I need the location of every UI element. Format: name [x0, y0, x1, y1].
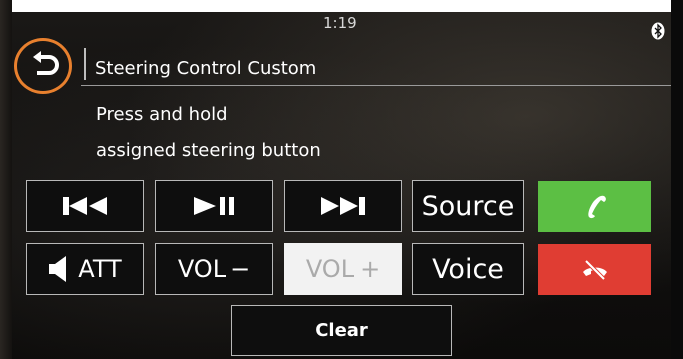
attenuate-button[interactable]: ATT	[26, 243, 144, 295]
next-track-icon	[321, 197, 365, 215]
header-underline	[81, 85, 671, 86]
next-track-button[interactable]	[284, 180, 402, 232]
instruction-line-1: Press and hold	[96, 104, 228, 125]
voice-label: Voice	[432, 253, 504, 285]
back-arrow-icon	[33, 51, 59, 75]
volume-up-button[interactable]: VOL +	[284, 243, 402, 295]
vol-down-label: VOL	[177, 255, 227, 283]
clear-button[interactable]: Clear	[231, 305, 452, 356]
minus-sign: −	[230, 255, 251, 283]
speaker-icon	[49, 256, 67, 282]
clock: 1:19	[323, 14, 357, 32]
page-title: Steering Control Custom	[95, 58, 317, 79]
volume-down-button[interactable]: VOL −	[155, 243, 273, 295]
plus-sign: +	[360, 255, 381, 283]
bezel-top	[0, 0, 683, 12]
source-label: Source	[421, 190, 515, 222]
hang-up-button[interactable]	[538, 244, 651, 295]
phone-hangup-icon	[582, 258, 607, 281]
answer-call-button[interactable]	[538, 181, 651, 232]
bezel-right	[671, 0, 683, 359]
bluetooth-icon	[651, 22, 665, 40]
previous-track-button[interactable]	[26, 180, 144, 232]
vol-up-label: VOL	[305, 255, 355, 283]
bezel-left	[0, 0, 12, 359]
play-pause-button[interactable]	[155, 180, 273, 232]
previous-track-icon	[63, 197, 107, 215]
att-label: ATT	[78, 255, 122, 283]
back-button[interactable]	[20, 46, 72, 84]
header-divider	[84, 48, 86, 80]
source-button[interactable]: Source	[412, 180, 524, 232]
play-pause-icon	[194, 197, 234, 215]
voice-button[interactable]: Voice	[412, 243, 524, 295]
clear-label: Clear	[315, 320, 368, 341]
phone-answer-icon	[587, 195, 606, 218]
instruction-line-2: assigned steering button	[96, 140, 321, 161]
